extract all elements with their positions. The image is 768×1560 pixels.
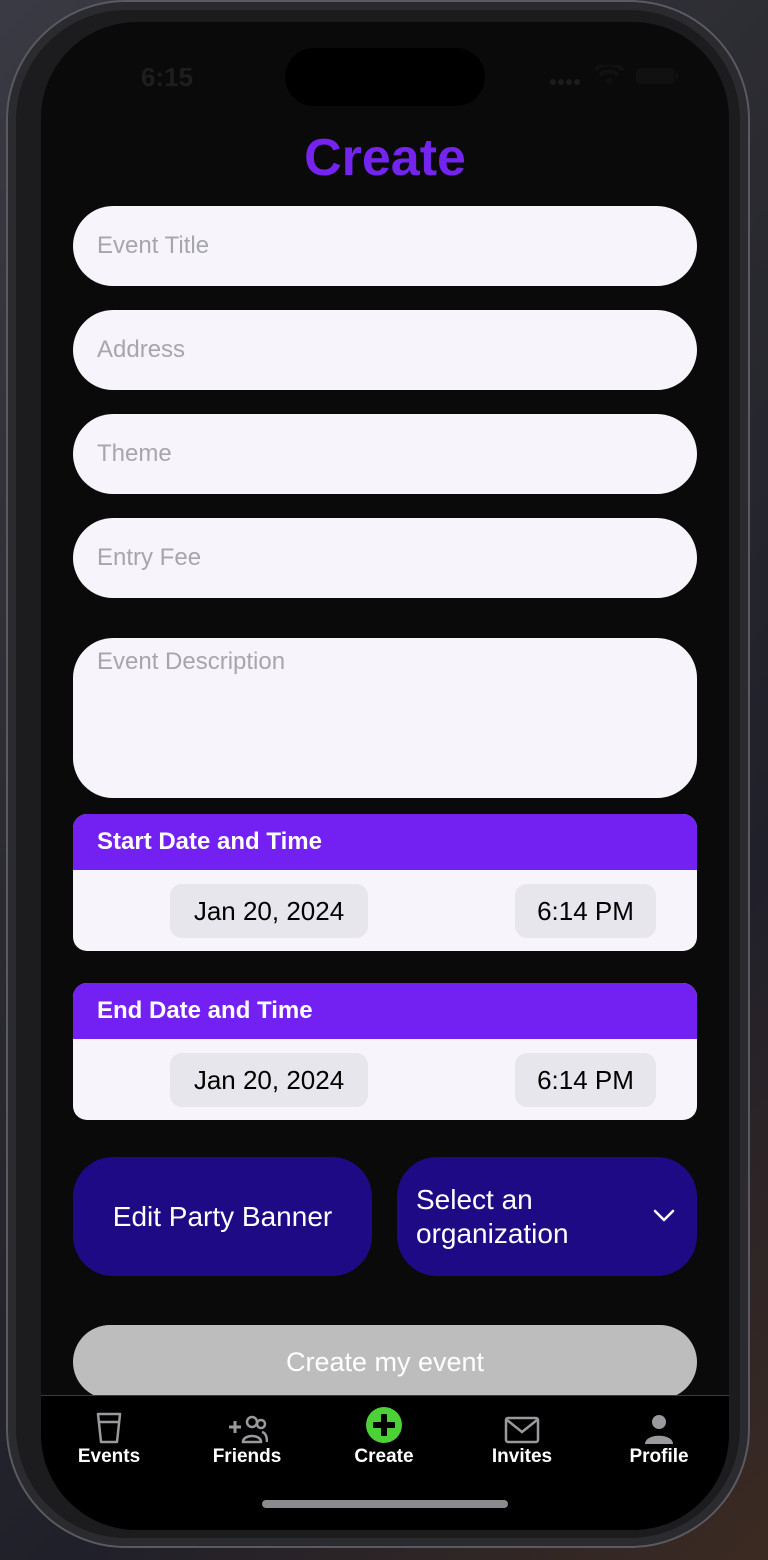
dynamic-island (285, 48, 485, 106)
start-time-picker[interactable]: 6:14 PM (515, 884, 656, 938)
phone-frame: 6:15 Create Start Date and Time (6, 0, 750, 1548)
address-input[interactable] (73, 310, 697, 390)
tab-create[interactable]: Create (324, 1406, 444, 1468)
battery-icon (636, 68, 678, 84)
tab-invites[interactable]: Invites (462, 1406, 582, 1468)
page-title: Create (304, 129, 466, 187)
event-title-input[interactable] (73, 206, 697, 286)
cup-icon (96, 1412, 122, 1444)
end-time-picker[interactable]: 6:14 PM (515, 1053, 656, 1107)
start-date-picker[interactable]: Jan 20, 2024 (170, 884, 368, 938)
status-time: 6:15 (141, 62, 194, 92)
envelope-icon (504, 1416, 540, 1444)
tab-profile[interactable]: Profile (599, 1406, 719, 1468)
wifi-icon (593, 65, 625, 85)
end-datetime-label: End Date and Time (73, 983, 697, 1039)
plus-circle-icon (366, 1407, 402, 1443)
entry-fee-input[interactable] (73, 518, 697, 598)
tab-events-label: Events (77, 1446, 141, 1467)
event-description-input[interactable] (73, 638, 697, 798)
tab-bar: Events Friends Create Invites Profile (41, 1395, 729, 1530)
person-icon (645, 1415, 673, 1444)
organization-select-label: Select an organization (416, 1183, 569, 1249)
tab-create-label: Create (354, 1446, 414, 1467)
add-friends-icon (229, 1415, 268, 1444)
edit-party-banner-button[interactable]: Edit Party Banner (73, 1157, 372, 1276)
theme-input[interactable] (73, 414, 697, 494)
chevron-down-icon (653, 1209, 675, 1222)
organization-select[interactable]: Select an organization (397, 1157, 697, 1276)
app-screen: 6:15 Create Start Date and Time (41, 22, 729, 1530)
end-datetime-card: End Date and Time Jan 20, 2024 6:14 PM (73, 983, 697, 1120)
tab-invites-label: Invites (491, 1446, 553, 1467)
signal-icon (550, 79, 580, 85)
tab-friends-label: Friends (212, 1446, 282, 1467)
tab-friends[interactable]: Friends (187, 1406, 307, 1468)
start-datetime-label: Start Date and Time (73, 814, 697, 870)
create-event-button[interactable]: Create my event (73, 1325, 697, 1399)
end-date-picker[interactable]: Jan 20, 2024 (170, 1053, 368, 1107)
tab-events[interactable]: Events (49, 1406, 169, 1468)
home-indicator (262, 1500, 508, 1508)
status-icons (549, 65, 679, 86)
tab-profile-label: Profile (629, 1446, 689, 1467)
start-datetime-card: Start Date and Time Jan 20, 2024 6:14 PM (73, 814, 697, 951)
